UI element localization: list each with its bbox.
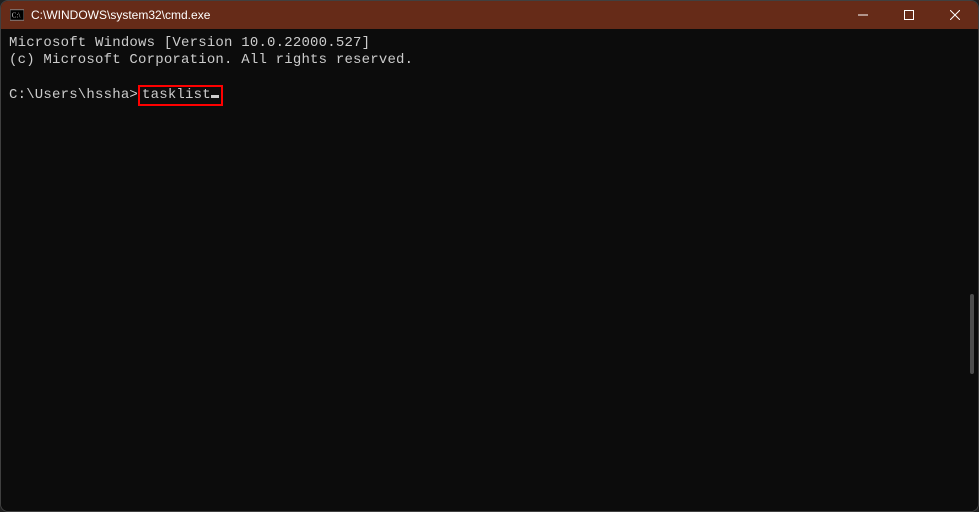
cmd-window: C:\ C:\WINDOWS\system32\cmd.exe Microsof…: [0, 0, 979, 512]
window-controls: [840, 1, 978, 29]
version-line: Microsoft Windows [Version 10.0.22000.52…: [9, 35, 970, 52]
prompt-line: C:\Users\hssha>tasklist: [9, 85, 970, 106]
command-input[interactable]: tasklist: [142, 87, 211, 104]
terminal-area[interactable]: Microsoft Windows [Version 10.0.22000.52…: [1, 29, 978, 511]
blank-line: [9, 69, 970, 86]
copyright-line: (c) Microsoft Corporation. All rights re…: [9, 52, 970, 69]
close-button[interactable]: [932, 1, 978, 29]
svg-text:C:\: C:\: [12, 12, 21, 20]
scrollbar-thumb[interactable]: [970, 294, 974, 374]
maximize-button[interactable]: [886, 1, 932, 29]
scrollbar-track[interactable]: [962, 29, 978, 511]
cursor: [211, 95, 219, 98]
window-title: C:\WINDOWS\system32\cmd.exe: [31, 8, 840, 22]
highlight-annotation: tasklist: [138, 85, 223, 106]
cmd-icon: C:\: [9, 7, 25, 23]
minimize-button[interactable]: [840, 1, 886, 29]
titlebar[interactable]: C:\ C:\WINDOWS\system32\cmd.exe: [1, 1, 978, 29]
prompt-text: C:\Users\hssha>: [9, 87, 138, 104]
